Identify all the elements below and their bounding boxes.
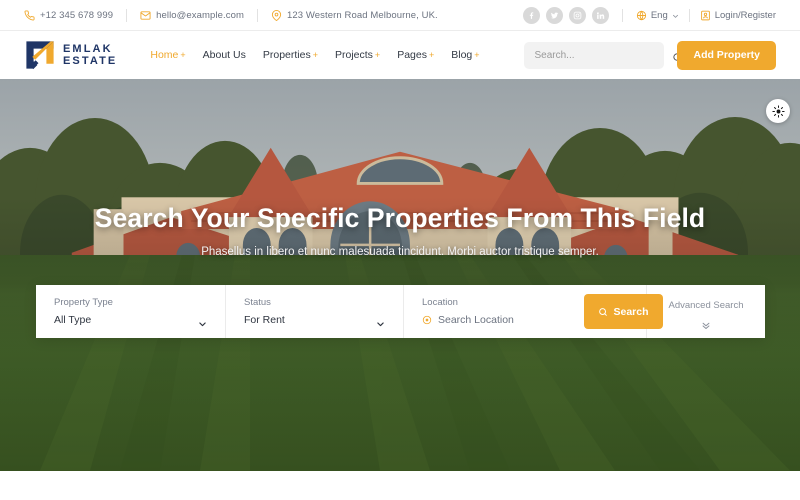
nav-item-projects-label: Projects (334, 49, 373, 61)
social-link-twitter[interactable] (545, 6, 563, 24)
globe-icon (636, 10, 647, 21)
divider (257, 8, 259, 22)
plus-icon: + (312, 49, 318, 60)
logo-text: EMLAK ESTATE (63, 43, 117, 68)
status-label: Status (244, 297, 271, 308)
page-root: +12 345 678 999 hello@example.com 123 We… (0, 0, 800, 500)
add-property-button[interactable]: Add Property (677, 40, 776, 70)
status-value: For Rent (244, 314, 285, 326)
nav-item-blog-label: Blog (451, 49, 473, 61)
site-header: EMLAK ESTATE Home + About Us Properties … (0, 31, 800, 79)
double-chevron-down-icon (701, 316, 711, 329)
nav-item-about-us[interactable]: About Us (203, 49, 246, 61)
chevron-down-icon[interactable] (376, 316, 385, 327)
status-field[interactable]: Status For Rent (226, 285, 404, 338)
sun-brightness-icon (771, 104, 785, 118)
hero-overlay (0, 79, 800, 471)
chevron-down-icon[interactable] (198, 316, 207, 327)
instagram-icon (573, 11, 582, 20)
mail-icon (140, 10, 151, 21)
login-register-label: Login/Register (714, 9, 776, 21)
theme-toggle-button[interactable] (766, 99, 790, 123)
logo-mark-icon (24, 39, 56, 71)
header-search[interactable] (524, 41, 683, 69)
contact-email[interactable]: hello@example.com (140, 10, 244, 21)
property-type-field[interactable]: Property Type All Type (36, 285, 226, 338)
nav-item-pages[interactable]: Pages + (397, 49, 434, 61)
divider (688, 8, 690, 22)
social-link-linkedin[interactable] (591, 6, 609, 24)
property-search-panel: Property Type All Type Status For Rent L… (36, 285, 765, 338)
main-navigation: Home + About Us Properties + Projects + … (150, 49, 479, 61)
chevron-down-icon (672, 12, 679, 19)
locate-icon (422, 315, 432, 325)
user-badge-icon (700, 10, 711, 21)
plus-icon: + (428, 49, 435, 60)
property-type-value: All Type (54, 314, 92, 326)
hero-title: Search Your Specific Properties From Thi… (94, 203, 706, 233)
search-button[interactable]: Search (584, 294, 663, 329)
search-button-label: Search (613, 305, 649, 318)
nav-item-about-us-label: About Us (202, 49, 246, 61)
nav-item-projects[interactable]: Projects + (335, 49, 380, 61)
search-input[interactable] (534, 49, 667, 61)
nav-item-blog[interactable]: Blog + (451, 49, 479, 61)
facebook-icon (527, 11, 536, 20)
contact-phone[interactable]: +12 345 678 999 (24, 10, 113, 21)
phone-icon (24, 9, 35, 21)
map-pin-icon (271, 9, 282, 21)
social-link-facebook[interactable] (522, 6, 540, 24)
location-value: Search Location (438, 314, 514, 326)
linkedin-icon (596, 11, 605, 20)
language-selector[interactable]: Eng (636, 10, 679, 21)
nav-item-properties-label: Properties (262, 49, 311, 61)
contact-address-text: 123 Western Road Melbourne, UK. (287, 9, 438, 21)
advanced-search-label: Advanced Search (668, 300, 744, 311)
contact-address[interactable]: 123 Western Road Melbourne, UK. (271, 10, 438, 21)
nav-item-pages-label: Pages (397, 49, 427, 61)
plus-icon: + (374, 49, 381, 60)
property-type-label: Property Type (54, 297, 113, 308)
top-bar: +12 345 678 999 hello@example.com 123 We… (0, 0, 800, 31)
logo-line-2: ESTATE (63, 55, 118, 67)
contact-phone-text: +12 345 678 999 (40, 9, 114, 21)
top-bar-right: Eng Login/Register (522, 6, 776, 24)
header-actions: Add Property (524, 40, 776, 70)
twitter-icon (550, 11, 559, 20)
nav-item-properties[interactable]: Properties + (263, 49, 318, 61)
advanced-search-toggle[interactable]: Advanced Search (646, 285, 765, 338)
logo-line-1: EMLAK (63, 42, 113, 55)
login-register-link[interactable]: Login/Register (700, 10, 776, 21)
hero-content: Search Your Specific Properties From Thi… (0, 203, 800, 258)
divider (126, 8, 128, 22)
nav-item-home[interactable]: Home + (150, 49, 185, 61)
search-icon (598, 307, 608, 317)
plus-icon: + (180, 49, 186, 60)
hero-subtitle: Phasellus in libero et nunc malesuada ti… (201, 246, 599, 258)
plus-icon: + (474, 49, 480, 60)
social-links (522, 6, 609, 24)
contact-email-text: hello@example.com (156, 9, 245, 21)
language-label: Eng (650, 9, 668, 21)
social-link-instagram[interactable] (568, 6, 586, 24)
hero-section: Search Your Specific Properties From Thi… (0, 79, 800, 471)
nav-item-home-label: Home (150, 49, 179, 61)
hero-background-image (0, 79, 800, 471)
top-bar-contacts: +12 345 678 999 hello@example.com 123 We… (24, 8, 438, 22)
divider (621, 8, 623, 22)
logo[interactable]: EMLAK ESTATE (24, 39, 117, 71)
